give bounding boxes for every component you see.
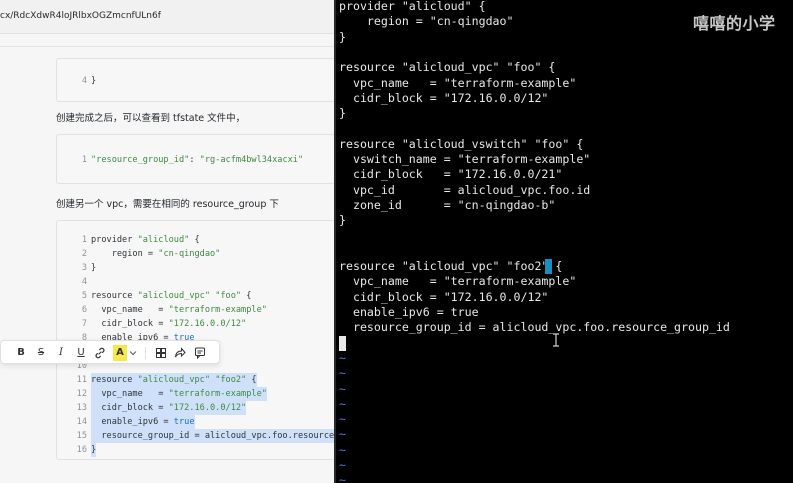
code-line[interactable]: 5 resource "alicloud_vpc" "foo" { (57, 289, 336, 303)
line-number: 4 (81, 277, 87, 287)
line-number: 6 (81, 305, 87, 315)
strikethrough-icon[interactable]: S (35, 345, 47, 361)
code-line[interactable]: 3} (57, 261, 336, 275)
terminal-line: vswitch_name = "terraform-example" (339, 152, 591, 166)
code-line[interactable]: 7 cidr_block = "172.16.0.0/12" (57, 317, 336, 331)
terminal-line: resource "alicloud_vswitch" "foo" { (339, 136, 584, 151)
terminal-line: resource_group_id = alicloud_vpc.foo.res… (339, 320, 730, 335)
terminal-line: resource "alicloud_vpc" "foo2" { (339, 259, 563, 274)
terminal-line: cidr_block = "172.16.0.0/12" (339, 289, 549, 304)
format-toolbar: B S I U A (0, 340, 220, 364)
line-number: 12 (76, 389, 87, 399)
empty-line-marker: ~ (339, 473, 346, 483)
document-pane: cx/RdcXdwR4loJRlbxOGZmcnfULn6f 4} 创建完成之后… (0, 0, 336, 483)
grid-icon[interactable] (155, 345, 167, 361)
terminal-line: vpc_name = "terraform-example" (339, 274, 577, 289)
terminal-line: vpc_name = "terraform-example" (339, 75, 577, 90)
code-line[interactable]: 1 provider "alicloud" { (57, 233, 336, 247)
terminal-line: cidr_block = "172.16.0.0/21" (339, 167, 563, 182)
terminal-line: zone_id = "cn-qingdao-b" (339, 197, 556, 212)
line-number: 11 (76, 375, 87, 385)
empty-line-marker: ~ (339, 366, 346, 381)
line-number: 1 (81, 155, 87, 165)
code-block-2[interactable]: 1 "resource_group_id": "rg-acfm4bwl34xacx… (56, 134, 336, 184)
code-text[interactable]: vpc_name = "terraform-example" (91, 303, 267, 317)
code-text[interactable]: } (91, 74, 96, 88)
divider (0, 46, 336, 47)
terminal-line: enable_ipv6 = true (339, 305, 479, 319)
bold-icon[interactable]: B (15, 345, 27, 361)
share-icon[interactable] (174, 345, 186, 361)
code-text[interactable]: } (91, 261, 96, 275)
code-text[interactable]: provider "alicloud" { (91, 233, 200, 247)
code-block-1[interactable]: 4} (56, 58, 336, 102)
line-number: 2 (81, 249, 87, 259)
code-line[interactable]: 12 vpc_name = "terraform-example" (57, 387, 336, 401)
address-bar[interactable]: cx/RdcXdwR4loJRlbxOGZmcnfULn6f (0, 0, 336, 34)
line-number: 7 (81, 319, 87, 329)
underline-icon[interactable]: U (75, 345, 87, 361)
code-line[interactable]: 13 cidr_block = "172.16.0.0/12" (57, 401, 336, 415)
line-number: 15 (76, 431, 87, 441)
line-number: 1 (81, 235, 87, 245)
empty-line-marker: ~ (339, 396, 346, 411)
empty-line-marker: ~ (339, 381, 346, 396)
paragraph: 创建完成之后，可以查看到 tfstate 文件中， (56, 113, 246, 124)
code-text[interactable]: resource_group_id = alicloud_vpc.foo.res… (91, 429, 336, 443)
code-text[interactable]: vpc_name = "terraform-example" (91, 387, 267, 401)
code-text[interactable]: cidr_block = "172.16.0.0/12" (91, 317, 246, 331)
code-line[interactable]: 15 resource_group_id = alicloud_vpc.foo.… (57, 429, 336, 443)
empty-line-marker: ~ (339, 442, 346, 457)
line-number: 3 (81, 263, 87, 273)
code-line[interactable]: 4 (57, 275, 336, 289)
document-body: 4} 创建完成之后，可以查看到 tfstate 文件中， 1 "resource_… (0, 34, 336, 483)
code-text[interactable]: enable_ipv6 = true (91, 415, 195, 429)
terminal-line: provider "alicloud" { (339, 0, 486, 13)
code-line[interactable]: 6 vpc_name = "terraform-example" (57, 303, 336, 317)
terminal-line: } (339, 213, 346, 228)
code-text[interactable]: } (91, 443, 97, 457)
comment-icon[interactable] (194, 345, 206, 361)
code-line[interactable]: 11 resource "alicloud_vpc" "foo2" { (57, 373, 336, 387)
code-line[interactable]: 14 enable_ipv6 = true (57, 415, 336, 429)
text-cursor-icon (552, 332, 560, 347)
highlight-color-icon[interactable]: A (113, 345, 127, 361)
watermark: 嘻嘻的小学 (693, 14, 776, 33)
terminal-cursor (339, 336, 346, 351)
empty-line-marker: ~ (339, 412, 346, 427)
line-number: 5 (81, 291, 87, 301)
terminal-line: region = "cn-qingdao" (339, 14, 514, 29)
terminal-line: } (339, 106, 346, 121)
terminal-line: resource "alicloud_vpc" "foo" { (339, 60, 556, 75)
terminal-line: vpc_id = alicloud_vpc.foo.id (339, 182, 591, 197)
toolbar-separator (145, 347, 146, 359)
italic-icon[interactable]: I (55, 345, 67, 361)
terminal-line: cidr_block = "172.16.0.0/12" (339, 90, 549, 105)
code-text[interactable]: cidr_block = "172.16.0.0/12" (91, 401, 247, 415)
code-text[interactable]: "resource_group_id": "rg-acfm4bwl34xacxi… (91, 153, 303, 167)
code-line[interactable]: 2 region = "cn-qingdao" (57, 247, 336, 261)
terminal-line: } (339, 29, 346, 44)
line-number: 16 (76, 445, 87, 455)
line-number: 13 (76, 403, 87, 413)
code-line[interactable]: 4} (57, 74, 336, 88)
line-number: 4 (81, 76, 87, 86)
line-number: 14 (76, 417, 87, 427)
code-text[interactable]: region = "cn-qingdao" (91, 247, 221, 261)
chevron-down-icon[interactable] (128, 345, 138, 361)
url-text[interactable]: cx/RdcXdwR4loJRlbxOGZmcnfULn6f (0, 11, 161, 21)
paragraph: 创建另一个 vpc，需要在相同的 resource_group 下 (56, 199, 279, 210)
terminal-window[interactable]: provider "alicloud" { region = "cn-qingd… (336, 0, 793, 483)
code-line[interactable]: 1 "resource_group_id": "rg-acfm4bwl34xacx… (57, 153, 336, 167)
code-text[interactable]: resource "alicloud_vpc" "foo" { (91, 289, 251, 303)
link-icon[interactable] (94, 345, 106, 361)
code-text[interactable]: resource "alicloud_vpc" "foo2" { (91, 373, 257, 387)
empty-line-marker: ~ (339, 427, 346, 442)
empty-line-marker: ~ (339, 458, 346, 472)
code-line[interactable]: 16} (57, 443, 336, 457)
empty-line-marker: ~ (339, 350, 346, 365)
matching-brace-highlight (545, 259, 552, 274)
